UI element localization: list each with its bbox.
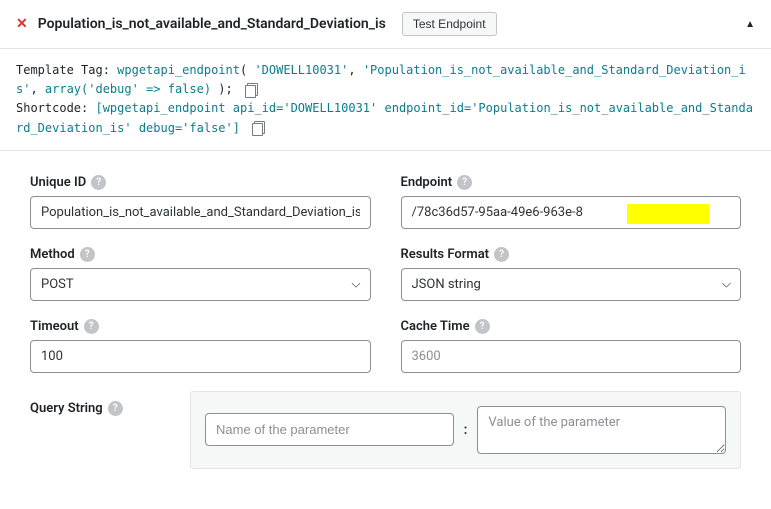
results-format-select[interactable]: JSON string [401,268,742,301]
shortcode-label: Shortcode: [16,101,95,115]
help-icon[interactable]: ? [80,247,95,262]
help-icon[interactable]: ? [91,175,106,190]
close-icon[interactable]: ✕ [16,17,28,31]
results-format-label: Results Format ? [401,247,742,262]
cache-time-input[interactable] [401,340,742,373]
test-endpoint-button[interactable]: Test Endpoint [402,12,497,36]
help-icon[interactable]: ? [108,401,123,416]
code-snippets: Template Tag: wpgetapi_endpoint( 'DOWELL… [0,49,771,151]
template-tag-line: Template Tag: wpgetapi_endpoint( 'DOWELL… [16,61,755,99]
query-string-label: Query String ? [30,401,170,416]
redaction-mask [627,204,709,224]
param-name-input[interactable] [205,413,454,446]
panel-title: Population_is_not_available_and_Standard… [38,16,386,32]
method-select[interactable]: POST [30,268,371,301]
query-string-box: : [190,391,741,469]
endpoint-form: Unique ID ? Endpoint ? Method ? P [0,151,771,493]
method-label: Method ? [30,247,371,262]
unique-id-input[interactable] [30,196,371,229]
help-icon[interactable]: ? [457,175,472,190]
timeout-label: Timeout ? [30,319,371,334]
unique-id-label: Unique ID ? [30,175,371,190]
template-tag-label: Template Tag: [16,63,117,77]
endpoint-label: Endpoint ? [401,175,742,190]
panel-header: ✕ Population_is_not_available_and_Standa… [0,0,771,49]
copy-icon[interactable] [244,83,258,97]
colon-separator: : [464,422,468,438]
copy-icon[interactable] [251,121,265,135]
help-icon[interactable]: ? [494,247,509,262]
code-fn-name: wpgetapi_endpoint [117,63,240,77]
timeout-input[interactable] [30,340,371,373]
help-icon[interactable]: ? [84,319,99,334]
param-value-input[interactable] [477,406,726,454]
help-icon[interactable]: ? [475,319,490,334]
cache-time-label: Cache Time ? [401,319,742,334]
shortcode-line: Shortcode: [wpgetapi_endpoint api_id='DO… [16,99,755,137]
collapse-icon[interactable]: ▲ [745,19,755,30]
